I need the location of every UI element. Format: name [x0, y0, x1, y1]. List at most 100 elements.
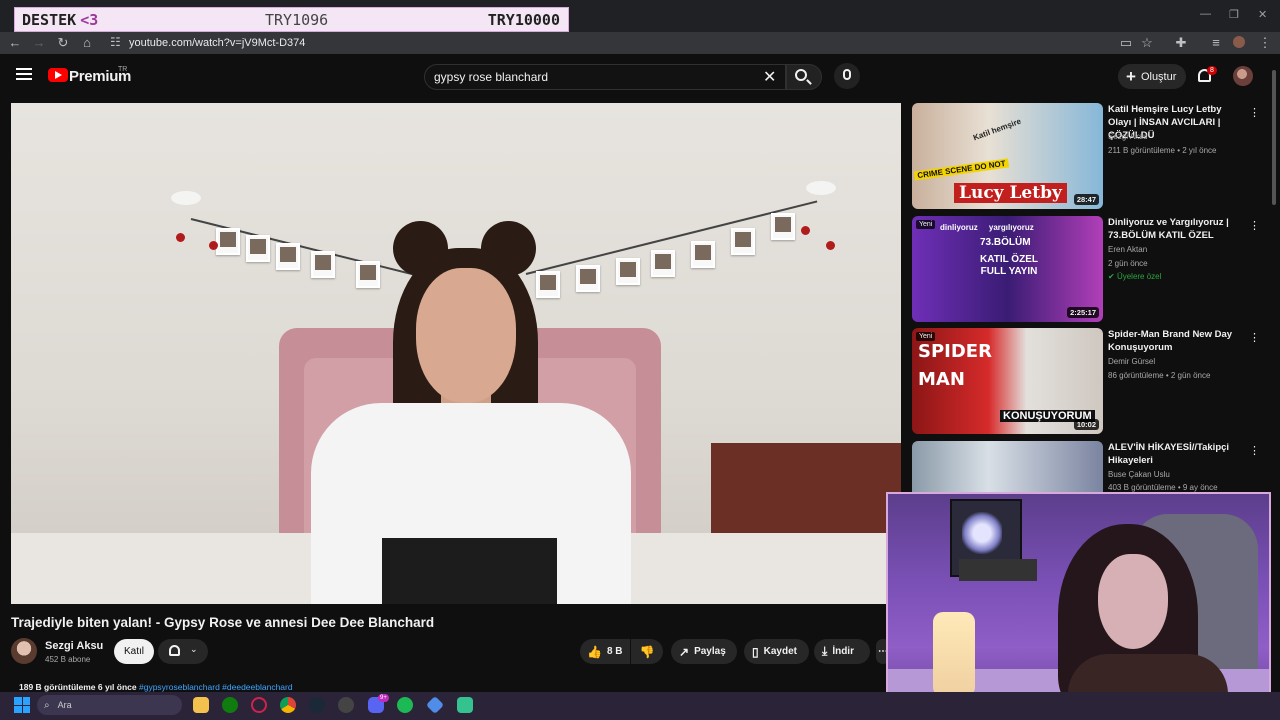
recommended-video[interactable]: SPIDER MAN KONUŞUYORUM Yeni 10:02 Spider…	[912, 328, 1267, 434]
hamburger-menu-icon[interactable]	[16, 68, 32, 80]
donation-amount-current: TRY1096	[265, 10, 329, 29]
obs-icon[interactable]	[338, 697, 354, 713]
browser-menu-icon[interactable]: ⋮	[1257, 35, 1273, 51]
video-title[interactable]: Dinliyoruz ve Yargılıyoruz | 73.BÖLÜM KA…	[1108, 216, 1243, 242]
video-duration: 10:02	[1073, 419, 1099, 430]
channel-name[interactable]: Demir Gürsel	[1108, 357, 1155, 366]
forward-icon[interactable]: →	[31, 35, 47, 50]
site-settings-icon[interactable]: ☷	[110, 35, 121, 49]
share-button[interactable]: ↗ Paylaş	[671, 639, 737, 664]
save-label: Kaydet	[763, 646, 797, 657]
more-options-icon[interactable]: ⋮	[1249, 331, 1260, 344]
reload-icon[interactable]: ↻	[55, 35, 71, 51]
account-avatar[interactable]	[1233, 66, 1253, 86]
xbox-icon[interactable]	[222, 697, 238, 713]
notification-count-badge: 8	[1207, 66, 1217, 75]
minimize-icon[interactable]: —	[1200, 8, 1211, 20]
dislike-button[interactable]: 👎	[631, 639, 663, 664]
hanging-photo	[216, 228, 240, 255]
taskbar-search[interactable]: ⌕ Ara	[37, 695, 182, 715]
hanging-photo	[276, 243, 300, 270]
search-input[interactable]	[434, 70, 754, 84]
hanging-photo	[691, 241, 715, 268]
thumbnail-caption: CRIME SCENE DO NOT	[913, 158, 1010, 181]
create-button[interactable]: + Oluştur	[1118, 64, 1186, 89]
opera-icon[interactable]	[251, 697, 267, 713]
url-field[interactable]: youtube.com/watch?v=jV9Mct-D374	[129, 37, 305, 49]
bookmark-star-icon[interactable]: ☆	[1139, 35, 1155, 51]
video-meta: 2 gün önce	[1108, 259, 1148, 268]
profile-icon[interactable]	[1233, 36, 1245, 48]
windows-start-icon[interactable]	[14, 697, 30, 713]
thumbnail-caption: KATIL ÖZEL FULL YAYIN	[980, 254, 1038, 277]
description-summary[interactable]: 189 B görüntüleme 6 yıl önce #gypsyroseb…	[19, 682, 293, 692]
thumbnail-caption: dinliyoruz yargılıyoruz	[940, 223, 1034, 232]
video-meta: 403 B görüntüleme • 9 ay önce	[1108, 483, 1218, 492]
channel-name[interactable]: Sezgi Aksu	[45, 640, 103, 652]
search-icon: ⌕	[44, 699, 50, 711]
create-label: Oluştur	[1140, 70, 1177, 83]
youtube-header: Premium TR +Oluştur	[0, 54, 1280, 100]
video-meta: 86 görüntüleme • 2 gün önce	[1108, 371, 1211, 380]
extensions-icon[interactable]: ✚	[1173, 35, 1189, 51]
close-window-icon[interactable]: ✕	[1258, 8, 1267, 21]
download-button[interactable]: ⤓ İndir	[814, 639, 870, 664]
youtube-logo-icon[interactable]	[48, 68, 68, 82]
channel-name[interactable]: Buse Çakan Uslu	[1108, 470, 1170, 479]
hanging-photo	[536, 271, 560, 298]
app-icon[interactable]	[457, 697, 473, 713]
channel-name[interactable]: Eren Aktan	[1108, 245, 1147, 254]
file-explorer-icon[interactable]	[193, 697, 209, 713]
bell-icon	[169, 645, 180, 656]
shirt-print	[382, 538, 557, 604]
subscriber-count: 452 B abone	[45, 655, 91, 664]
video-thumbnail[interactable]	[912, 441, 1103, 492]
reading-list-icon[interactable]: ≡	[1208, 35, 1224, 50]
members-label: Üyelere özel	[1116, 272, 1162, 281]
monitor-glow	[962, 512, 1002, 554]
taskbar	[0, 692, 1280, 720]
video-thumbnail[interactable]: dinliyoruz yargılıyoruz 73.BÖLÜM KATIL Ö…	[912, 216, 1103, 322]
hanging-photo	[771, 213, 795, 240]
more-options-icon[interactable]: ⋮	[1249, 444, 1260, 457]
video-thumbnail[interactable]: Katil hemşire CRIME SCENE DO NOT Lucy Le…	[912, 103, 1103, 209]
subscription-bell-button[interactable]	[158, 639, 208, 664]
save-button[interactable]: ▯ Kaydet	[744, 639, 809, 664]
chrome-icon[interactable]	[280, 697, 296, 713]
wall-lamp-left	[171, 191, 201, 205]
video-thumbnail[interactable]: SPIDER MAN KONUŞUYORUM Yeni 10:02	[912, 328, 1103, 434]
spotify-icon[interactable]	[397, 697, 413, 713]
microphone-icon	[843, 69, 851, 80]
back-icon[interactable]: ←	[7, 35, 23, 50]
channel-avatar[interactable]	[11, 638, 37, 664]
cast-icon[interactable]: ▭	[1118, 35, 1134, 51]
bookmark-icon: ▯	[752, 644, 759, 659]
download-label: İndir	[832, 646, 854, 657]
like-button[interactable]: 👍 8 B	[580, 639, 630, 664]
person-face	[416, 268, 516, 403]
new-badge: Yeni	[916, 332, 936, 341]
maximize-icon[interactable]: ❐	[1229, 8, 1239, 21]
plus-icon: +	[1126, 66, 1136, 86]
hashtags[interactable]: #gypsyroseblanchard #deedeeblanchard	[139, 682, 293, 692]
share-arrow-icon: ↗	[679, 644, 690, 659]
video-title[interactable]: Spider-Man Brand New Day Konuşuyorum	[1108, 328, 1243, 354]
channel-name[interactable]: Sezgi Aksu	[1108, 132, 1148, 141]
video-player[interactable]	[11, 103, 901, 604]
recommended-video[interactable]: Katil hemşire CRIME SCENE DO NOT Lucy Le…	[912, 103, 1267, 209]
search-box[interactable]	[424, 64, 786, 90]
join-button[interactable]: Katıl	[114, 639, 154, 664]
string-bead	[209, 241, 218, 250]
steam-icon[interactable]	[309, 697, 325, 713]
home-icon[interactable]: ⌂	[79, 35, 95, 50]
hanging-photo	[651, 250, 675, 277]
hanging-photo	[616, 258, 640, 285]
scrollbar-thumb[interactable]	[1272, 70, 1276, 205]
recommended-video[interactable]: dinliyoruz yargılıyoruz 73.BÖLÜM KATIL Ö…	[912, 216, 1267, 322]
thumbs-up-icon: 👍	[587, 644, 602, 659]
more-options-icon[interactable]: ⋮	[1249, 219, 1260, 232]
more-options-icon[interactable]: ⋮	[1249, 106, 1260, 119]
clear-search-icon[interactable]: ✕	[763, 67, 776, 87]
hanging-photo	[246, 235, 270, 262]
video-title[interactable]: ALEV'İN HİKAYESİ//Takipçi Hikayeleri	[1108, 441, 1243, 467]
